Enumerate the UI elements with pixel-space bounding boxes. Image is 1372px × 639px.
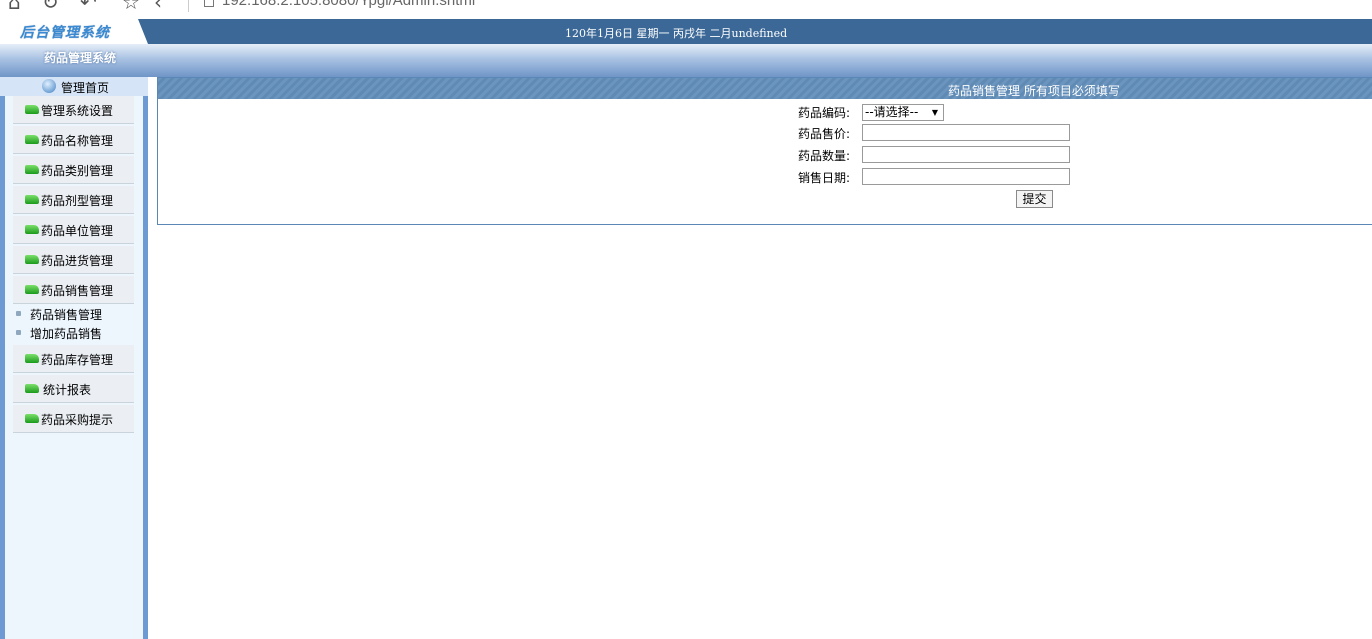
sidebar-item-drug-units[interactable]: 药品单位管理 [13,216,134,244]
date-label: 销售日期: [798,171,851,185]
arrow-icon [25,354,39,363]
system-title: 药品管理系统 [44,51,117,65]
home-link[interactable]: 管理首页 [61,79,109,96]
sales-form-panel: 药品销售管理 所有项目必须填写 药品编码: --请选择-- ▼ 药品售价: 药品… [157,77,1372,225]
sidebar-item-sales[interactable]: 药品销售管理 [13,276,134,304]
logo-tab: 后台管理系统 [0,19,148,44]
sidebar-item-reports[interactable]: 统计报表 [13,375,134,403]
code-label: 药品编码: [798,106,851,120]
sidebar-item-drug-names[interactable]: 药品名称管理 [13,126,134,154]
sidebar-item-label: 统计报表 [43,383,92,397]
top-header: 后台管理系统 120年1月6日 星期一 丙戌年 二月undefined [0,19,1372,44]
sidebar-item-inventory[interactable]: 药品库存管理 [13,345,134,373]
sidebar: 管理首页 管理系统设置 药品名称管理 药品类别管理 药品剂型管理 药品单位管理 … [0,77,148,639]
browser-toolbar: ⌂ ↻ ↶ ☆ ‹ 192.168.2.105:8080/Ypgl/Admin.… [0,0,1372,19]
refresh-icon[interactable]: ↻ [42,0,59,12]
sidebar-item-label: 药品销售管理 [41,284,114,298]
arrow-icon [25,105,39,114]
logo: 后台管理系统 [20,25,110,41]
sidebar-item-label: 药品单位管理 [41,224,114,238]
arrow-icon [25,225,39,234]
sidebar-home[interactable]: 管理首页 [0,77,148,96]
globe-icon [42,79,56,93]
sidebar-item-label: 药品进货管理 [41,254,114,268]
home-icon[interactable]: ⌂ [8,0,21,12]
sidebar-item-purchasing[interactable]: 药品进货管理 [13,246,134,274]
quantity-label: 药品数量: [798,149,851,163]
sidebar-item-label: 药品类别管理 [41,164,114,178]
sidebar-item-label: 药品采购提示 [41,413,114,427]
code-select-value: --请选择-- [865,105,919,119]
price-label: 药品售价: [798,127,851,141]
arrow-icon [25,195,39,204]
arrow-icon [25,285,39,294]
sidebar-item-dosage-forms[interactable]: 药品剂型管理 [13,186,134,214]
sidebar-item-drug-categories[interactable]: 药品类别管理 [13,156,134,184]
arrow-icon [25,414,39,423]
quantity-input[interactable] [862,146,1070,163]
date-input[interactable] [862,168,1070,185]
price-input[interactable] [862,124,1070,141]
arrow-icon [25,255,39,264]
page-icon [204,0,214,7]
panel-title-bar: 药品销售管理 所有项目必须填写 [158,78,1372,99]
back-icon[interactable]: ‹ [154,0,162,12]
sidebar-subitem-label: 增加药品销售 [30,327,103,341]
bullet-icon [16,311,21,316]
arrow-icon [25,135,39,144]
sidebar-item-label: 药品库存管理 [41,353,114,367]
star-icon[interactable]: ☆ [122,0,140,12]
sidebar-subitem-label: 药品销售管理 [30,308,103,322]
panel-title: 药品销售管理 所有项目必须填写 [948,84,1120,98]
sidebar-item-label: 药品剂型管理 [41,194,114,208]
sidebar-item-label: 管理系统设置 [41,104,114,118]
sidebar-item-label: 药品名称管理 [41,134,114,148]
code-select[interactable]: --请选择-- ▼ [862,104,944,121]
sidebar-item-purchase-alerts[interactable]: 药品采购提示 [13,405,134,433]
date-display: 120年1月6日 星期一 丙戌年 二月undefined [565,27,788,40]
arrow-icon [25,165,39,174]
bullet-icon [16,330,21,335]
arrow-icon [25,384,39,393]
address-bar[interactable]: 192.168.2.105:8080/Ypgl/Admin.shtml [222,0,475,10]
undo-icon[interactable]: ↶ [80,0,97,12]
submit-button[interactable]: 提交 [1016,190,1053,208]
toolbar-divider [188,0,189,12]
sidebar-item-system-settings[interactable]: 管理系统设置 [13,96,134,124]
sub-header: 药品管理系统 [0,44,1372,77]
dropdown-arrow-icon: ▼ [931,108,938,117]
